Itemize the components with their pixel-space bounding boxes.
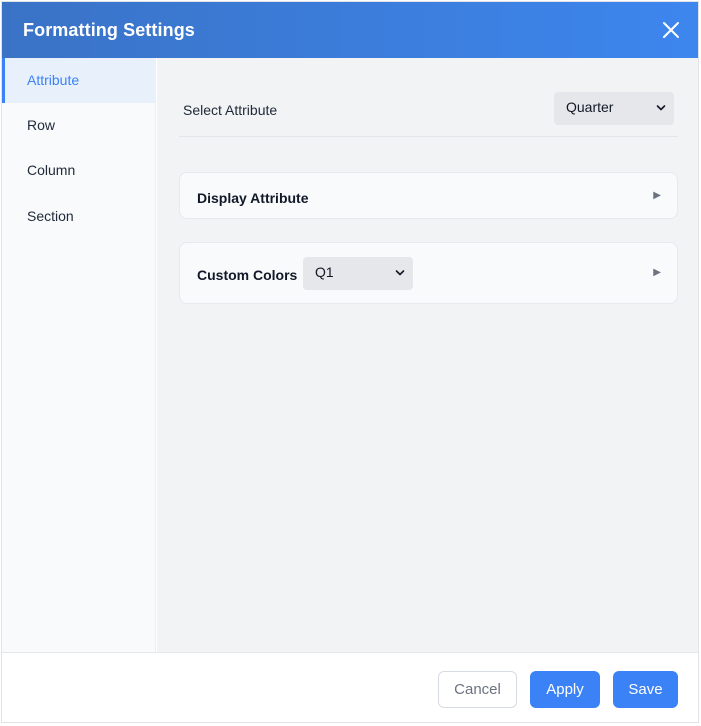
apply-button[interactable]: Apply [530,671,600,708]
custom-colors-title: Custom Colors [197,267,298,283]
sidebar-item-label: Attribute [27,72,80,88]
custom-colors-section[interactable]: Custom Colors Q1 ▶ [179,242,678,304]
chevron-down-icon [656,105,666,111]
sidebar-item-row[interactable]: Row [2,103,156,148]
sidebar-item-label: Section [27,208,74,224]
cancel-button[interactable]: Cancel [438,671,517,708]
settings-content: Select Attribute Quarter Display Attribu… [157,58,698,652]
dialog-header: Formatting Settings [2,2,698,58]
sidebar-item-attribute[interactable]: Attribute [2,58,156,103]
attribute-select[interactable]: Quarter [554,92,674,125]
sidebar-item-label: Column [27,162,76,178]
custom-colors-select[interactable]: Q1 [303,257,413,290]
display-attribute-section[interactable]: Display Attribute ▶ [179,172,678,219]
settings-sidebar: Attribute Row Column Section [2,58,156,652]
formatting-settings-dialog: Formatting Settings Attribute Row Column… [1,1,699,723]
expand-arrow-icon[interactable]: ▶ [653,190,661,201]
sidebar-item-section[interactable]: Section [2,194,156,239]
sidebar-item-label: Row [27,117,56,133]
custom-colors-select-value: Q1 [315,264,334,280]
close-icon [663,22,679,38]
dialog-title: Formatting Settings [23,20,195,40]
chevron-down-icon [395,270,405,276]
save-button[interactable]: Save [613,671,678,708]
close-button[interactable] [658,17,684,43]
sidebar-item-column[interactable]: Column [2,148,156,193]
attribute-select-value: Quarter [566,99,614,115]
select-attribute-row: Select Attribute Quarter [179,58,678,137]
select-attribute-label: Select Attribute [183,102,278,118]
display-attribute-title: Display Attribute [197,190,309,206]
dialog-footer: Cancel Apply Save [2,652,698,722]
expand-arrow-icon[interactable]: ▶ [653,267,661,278]
